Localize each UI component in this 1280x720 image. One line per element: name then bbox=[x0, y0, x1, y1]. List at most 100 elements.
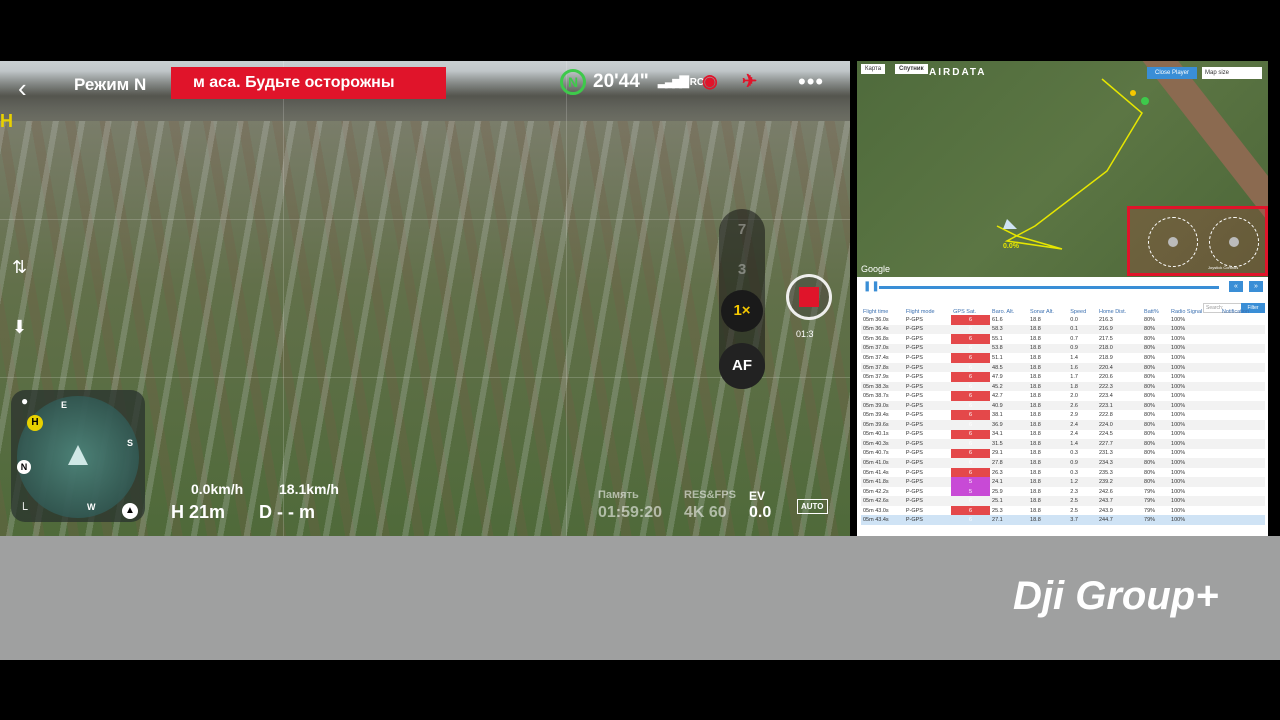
table-row[interactable]: 05m 40.3s P-GPS 6 31.5 18.8 1.4 227.7 80% 100% bbox=[861, 439, 1265, 449]
table-cell: 05m 43.4s bbox=[861, 515, 904, 526]
record-button[interactable] bbox=[786, 274, 832, 320]
table-row[interactable]: 05m 37.4s P-GPS 6 51.1 18.8 1.4 218.9 80% 100% bbox=[861, 353, 1265, 363]
satellite-map[interactable]: Карта Спутник AIRDATA Close Player Map s… bbox=[857, 61, 1268, 277]
column-header[interactable]: Sonar Alt. bbox=[1028, 299, 1068, 315]
table-cell: 6 bbox=[951, 315, 991, 325]
table-row[interactable]: 05m 43.0s P-GPS 6 25.3 18.8 2.5 243.9 79% 100% bbox=[861, 505, 1265, 516]
table-cell: 100% bbox=[1169, 439, 1220, 449]
notification-cell bbox=[1220, 506, 1265, 516]
table-row[interactable]: 05m 41.0s P-GPS 6 27.8 18.8 0.9 234.3 80% 100% bbox=[861, 458, 1265, 468]
table-row[interactable]: 05m 37.9s P-GPS 6 47.9 18.8 1.7 220.6 80% 100% bbox=[861, 372, 1265, 382]
table-cell: 100% bbox=[1169, 381, 1220, 392]
column-header[interactable]: Baro. Alt. bbox=[990, 299, 1028, 315]
table-row[interactable]: 05m 41.8s P-GPS 5 24.1 18.8 1.2 239.2 80% 100% bbox=[861, 477, 1265, 487]
table-cell: 80% bbox=[1142, 400, 1170, 411]
table-cell: 05m 36.8s bbox=[863, 335, 889, 342]
camera-mode-icon[interactable]: AUTO bbox=[797, 499, 828, 514]
notification-cell bbox=[1219, 362, 1265, 373]
camera-view[interactable]: ‹ Режим N м аса. Будьте осторожны N 20'4… bbox=[0, 61, 850, 536]
table-row[interactable]: 05m 40.1s P-GPS 6 34.1 18.8 2.4 224.5 80% 100% bbox=[861, 429, 1265, 440]
notification-cell bbox=[1219, 324, 1265, 335]
table-cell: 6 bbox=[951, 515, 991, 526]
column-header[interactable]: Speed bbox=[1068, 299, 1097, 315]
next-icon[interactable]: » bbox=[1249, 281, 1263, 292]
table-row[interactable]: 05m 42.2s P-GPS 5 25.9 18.8 2.3 242.6 79% 100% bbox=[861, 486, 1265, 497]
table-cell: 6 bbox=[951, 467, 991, 478]
table-cell: 100% bbox=[1171, 412, 1186, 419]
table-cell: 18.8 bbox=[1030, 374, 1041, 381]
table-cell: 80% bbox=[1142, 324, 1170, 335]
playback-bar[interactable]: ❚❚ « » bbox=[857, 277, 1268, 297]
table-cell: 51.1 bbox=[992, 354, 1003, 361]
table-cell: 6 bbox=[951, 334, 991, 344]
flight-mode-label[interactable]: Режим N bbox=[74, 75, 146, 95]
table-cell: 235.3 bbox=[1099, 469, 1113, 476]
vertical-speed: 18.1km/h bbox=[279, 481, 339, 497]
table-cell: 40.9 bbox=[990, 400, 1029, 411]
zoom-selected-button[interactable]: 1× bbox=[721, 290, 763, 332]
table-row[interactable]: 05m 36.0s P-GPS 6 61.6 18.8 0.0 216.3 80% 100% bbox=[861, 315, 1265, 325]
prev-icon[interactable]: « bbox=[1229, 281, 1243, 292]
more-icon[interactable]: ••• bbox=[798, 69, 824, 95]
table-cell: P-GPS bbox=[903, 458, 952, 468]
table-cell: P-GPS bbox=[905, 431, 923, 438]
table-cell: 79% bbox=[1142, 515, 1170, 526]
table-row[interactable]: 05m 37.8s P-GPS 6 48.5 18.8 1.6 220.4 80% 100% bbox=[861, 362, 1265, 373]
table-row[interactable]: 05m 39.0s P-GPS 6 40.9 18.8 2.6 223.1 80% 100% bbox=[861, 400, 1265, 411]
table-cell: 80% bbox=[1142, 439, 1170, 449]
table-cell: 31.5 bbox=[990, 439, 1029, 449]
table-row[interactable]: 05m 36.4s P-GPS 6 58.3 18.8 0.1 216.9 80% 100% bbox=[861, 324, 1265, 335]
af-button[interactable]: AF bbox=[719, 343, 765, 389]
table-cell: 6 bbox=[951, 372, 991, 382]
back-icon[interactable]: ‹ bbox=[18, 73, 27, 104]
table-row[interactable]: 05m 39.6s P-GPS 6 36.9 18.8 2.4 224.0 80% 100% bbox=[861, 420, 1265, 430]
pause-icon[interactable]: ❚❚ bbox=[863, 281, 880, 293]
table-cell: 216.3 bbox=[1099, 316, 1113, 323]
resfps-label: RES&FPS bbox=[684, 489, 736, 501]
table-cell: P-GPS bbox=[903, 381, 952, 392]
column-header[interactable]: Batt% bbox=[1142, 299, 1169, 315]
notification-cell bbox=[1219, 496, 1265, 506]
table-row[interactable]: 05m 43.4s P-GPS 6 27.1 18.8 3.7 244.7 79% 100% bbox=[861, 515, 1265, 526]
column-header[interactable]: Notification bbox=[1220, 299, 1265, 315]
playback-progress[interactable] bbox=[879, 286, 1219, 289]
table-cell: 42.7 bbox=[992, 393, 1003, 400]
table-cell: P-GPS bbox=[903, 400, 952, 411]
notification-cell bbox=[1220, 353, 1265, 363]
table-cell: 80% bbox=[1144, 393, 1156, 400]
landing-icon[interactable]: ⬇ bbox=[12, 317, 27, 338]
table-cell: 18.8 bbox=[1028, 381, 1069, 392]
table-cell: 218.9 bbox=[1099, 354, 1113, 361]
home-pin-icon: H bbox=[27, 415, 43, 431]
table-cell: 100% bbox=[1171, 335, 1186, 342]
table-cell: 18.8 bbox=[1028, 362, 1069, 373]
table-cell: 79% bbox=[1142, 496, 1170, 506]
table-row[interactable]: 05m 41.4s P-GPS 6 26.3 18.8 0.3 235.3 80% 100% bbox=[861, 467, 1265, 478]
table-row[interactable]: 05m 38.3s P-GPS 6 45.2 18.8 1.8 222.3 80% 100% bbox=[861, 381, 1265, 392]
table-row[interactable]: 05m 36.8s P-GPS 6 55.1 18.8 0.7 217.5 80% 100% bbox=[861, 334, 1265, 344]
zoom-level-7[interactable]: 7 bbox=[719, 221, 765, 238]
table-cell: 6 bbox=[951, 324, 991, 335]
table-row[interactable]: 05m 40.7s P-GPS 6 29.1 18.8 0.3 231.3 80% 100% bbox=[861, 448, 1265, 459]
table-row[interactable]: 05m 38.7s P-GPS 6 42.7 18.8 2.0 223.4 80% 100% bbox=[861, 391, 1265, 401]
table-cell: 216.9 bbox=[1097, 324, 1143, 335]
column-header[interactable]: GPS Sat. bbox=[951, 299, 990, 315]
column-header[interactable]: Home Dist. bbox=[1097, 299, 1142, 315]
table-cell: 18.8 bbox=[1028, 324, 1069, 335]
table-cell: 1.2 bbox=[1068, 477, 1097, 487]
zoom-level-3[interactable]: 3 bbox=[719, 261, 765, 278]
notification-cell bbox=[1219, 420, 1265, 430]
table-cell: P-GPS bbox=[903, 496, 952, 506]
table-cell: 80% bbox=[1144, 469, 1156, 476]
table-cell: 05m 42.2s bbox=[863, 488, 889, 495]
channel-brand: Dji Group+ bbox=[1013, 574, 1219, 618]
column-header[interactable]: Flight mode bbox=[904, 299, 951, 315]
locate-icon[interactable]: ▲ bbox=[122, 503, 138, 519]
table-row[interactable]: 05m 39.4s P-GPS 6 38.1 18.8 2.9 222.8 80% 100% bbox=[861, 410, 1265, 421]
radar-west-label: W bbox=[87, 502, 96, 512]
column-header[interactable]: Radio Signal bbox=[1169, 299, 1220, 315]
waypoint-icon[interactable]: ⇅ bbox=[12, 257, 27, 278]
table-row[interactable]: 05m 37.0s P-GPS 6 53.8 18.8 0.9 218.0 80% 100% bbox=[861, 343, 1265, 354]
column-header[interactable]: Flight time bbox=[861, 299, 904, 315]
table-row[interactable]: 05m 42.6s P-GPS 6 25.1 18.8 2.5 243.7 79% 100% bbox=[861, 496, 1265, 506]
